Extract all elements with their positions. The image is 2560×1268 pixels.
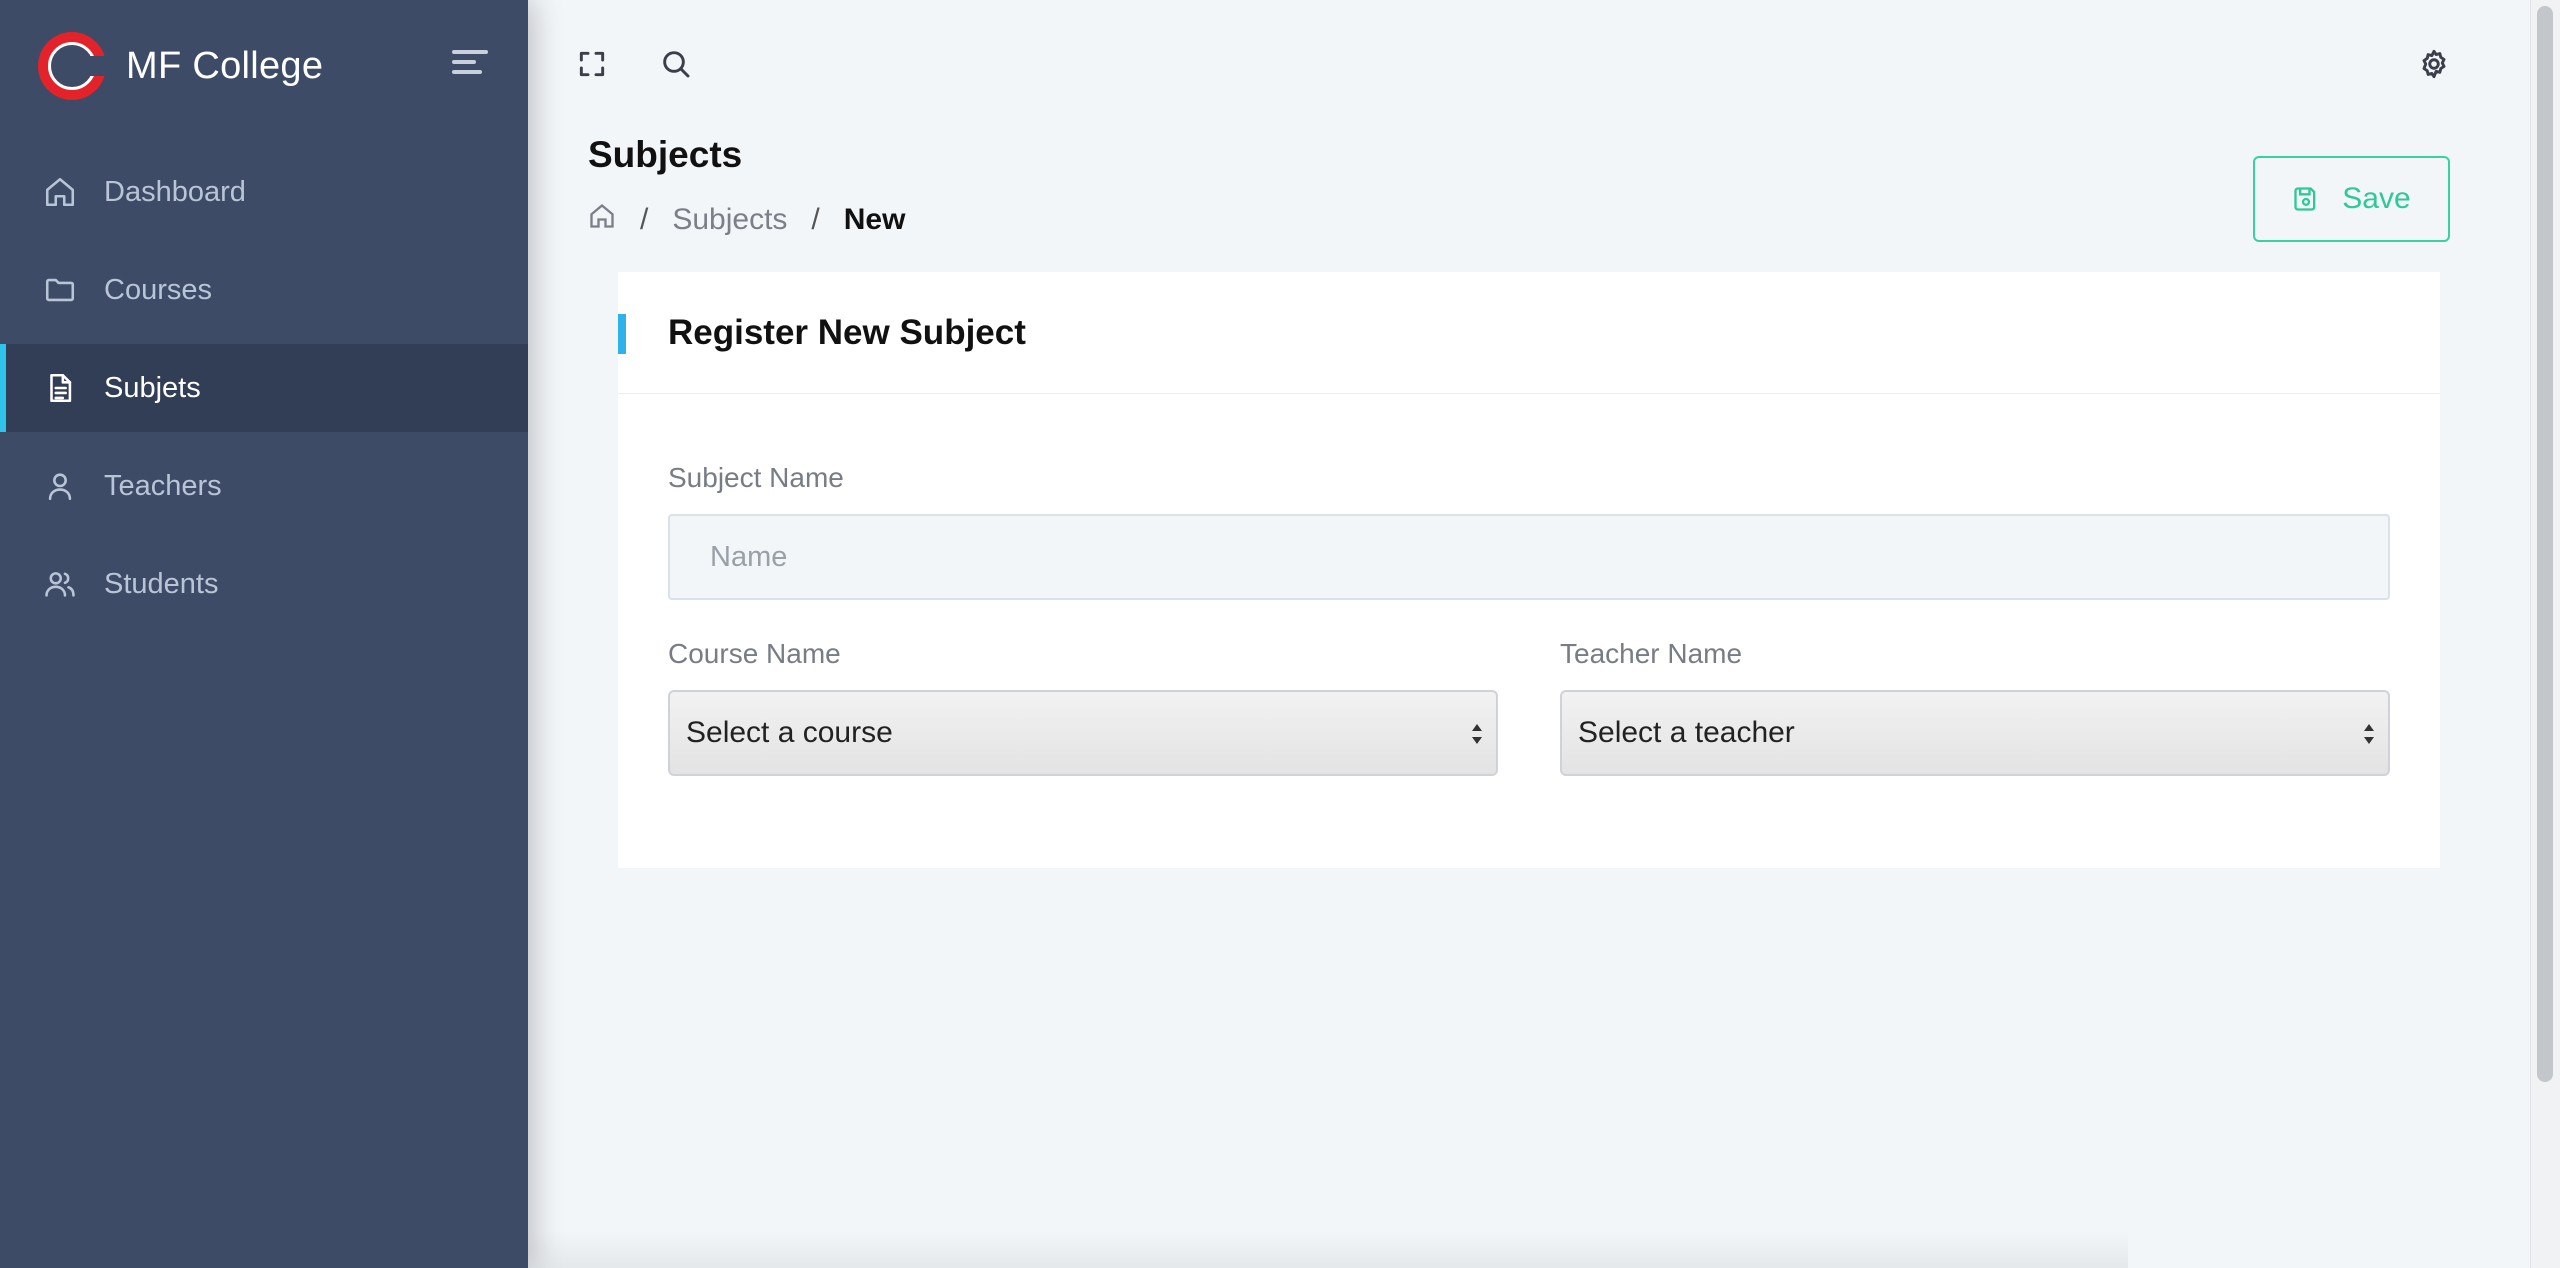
save-button[interactable]: Save [2253, 156, 2450, 242]
home-icon [42, 174, 78, 210]
brand-name: MF College [126, 44, 324, 87]
save-icon [2294, 187, 2316, 211]
course-select-value: Select a course [686, 716, 893, 749]
teacher-select[interactable]: Select a teacher [1560, 690, 2390, 776]
sidebar-item-label: Students [104, 567, 219, 600]
bottom-shadow [528, 1230, 2128, 1268]
course-select[interactable]: Select a course [668, 690, 1498, 776]
sidebar: MF College Dashboard Courses Subjets Tea… [0, 0, 528, 1268]
sidebar-item-subjets[interactable]: Subjets [0, 344, 528, 432]
sidebar-nav: Dashboard Courses Subjets Teachers Stude… [0, 148, 528, 638]
save-button-label: Save [2342, 182, 2411, 215]
sidebar-item-teachers[interactable]: Teachers [0, 442, 528, 530]
subject-name-input[interactable] [668, 514, 2390, 600]
teacher-name-label: Teacher Name [1560, 638, 1743, 669]
sidebar-item-label: Dashboard [104, 175, 246, 208]
breadcrumb-subjects[interactable]: Subjects [672, 203, 787, 237]
user-icon [42, 468, 78, 504]
teacher-select-value: Select a teacher [1578, 716, 1795, 749]
select-arrows-icon [1472, 724, 1482, 744]
brand[interactable]: MF College [38, 28, 323, 104]
sidebar-item-dashboard[interactable]: Dashboard [0, 148, 528, 236]
sidebar-item-label: Subjets [104, 371, 201, 404]
sidebar-item-students[interactable]: Students [0, 540, 528, 628]
breadcrumb-separator: / [640, 203, 649, 236]
document-icon [42, 370, 78, 406]
sidebar-item-courses[interactable]: Courses [0, 246, 528, 334]
breadcrumb: / Subjects / New [588, 202, 905, 238]
page-title: Subjects [588, 134, 743, 175]
card-title: Register New Subject [668, 312, 1026, 352]
app-window: MF College Dashboard Courses Subjets Tea… [0, 0, 2560, 1268]
menu-toggle-icon[interactable] [452, 50, 488, 80]
college-logo-icon [38, 32, 108, 100]
select-arrows-icon [2364, 724, 2374, 744]
search-icon[interactable] [660, 48, 692, 80]
scrollbar-thumb[interactable] [2537, 6, 2553, 1082]
sidebar-item-label: Courses [104, 273, 212, 306]
course-name-label: Course Name [668, 638, 841, 669]
fullscreen-icon[interactable] [576, 48, 608, 80]
card-header: Register New Subject [618, 272, 2440, 394]
breadcrumb-separator: / [811, 203, 820, 236]
folder-icon [42, 272, 78, 308]
home-icon[interactable] [588, 202, 616, 238]
sidebar-item-label: Teachers [104, 469, 222, 502]
register-subject-card: Register New Subject Subject Name Course… [618, 272, 2440, 868]
settings-icon[interactable] [2418, 48, 2450, 80]
breadcrumb-current: New [843, 203, 906, 236]
subject-name-label: Subject Name [668, 462, 844, 493]
users-icon [42, 566, 78, 602]
